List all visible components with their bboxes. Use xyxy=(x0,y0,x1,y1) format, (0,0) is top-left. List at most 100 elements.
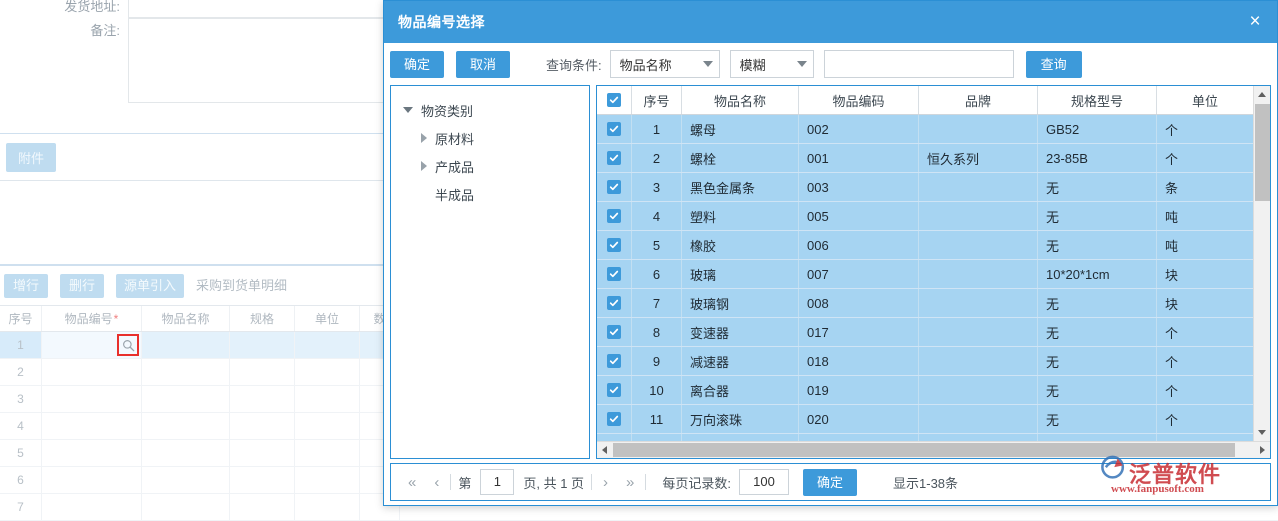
horizontal-scrollbar-thumb[interactable] xyxy=(613,443,1235,457)
chevron-right-icon[interactable] xyxy=(421,133,427,143)
unit-cell[interactable] xyxy=(295,359,360,385)
unit-cell[interactable] xyxy=(295,413,360,439)
next-page-icon[interactable]: › xyxy=(594,474,617,491)
cancel-button[interactable]: 取消 xyxy=(456,50,511,78)
first-page-icon[interactable]: « xyxy=(399,474,425,491)
footer-confirm-button[interactable]: 确定 xyxy=(803,468,858,496)
confirm-button[interactable]: 确定 xyxy=(390,50,445,78)
row-checkbox[interactable] xyxy=(597,231,632,259)
item-name-cell[interactable] xyxy=(142,440,230,466)
query-button[interactable]: 查询 xyxy=(1025,50,1082,78)
select-all-checkbox[interactable] xyxy=(597,86,632,114)
table-row[interactable]: 4 塑料 005 无 吨 xyxy=(597,202,1253,231)
item-name-cell[interactable] xyxy=(142,359,230,385)
prev-page-icon[interactable]: ‹ xyxy=(425,474,448,491)
search-icon[interactable] xyxy=(117,334,139,356)
item-name-cell[interactable] xyxy=(142,494,230,520)
detail-col-item-code-label: 物品编号 xyxy=(64,312,113,326)
query-field-select[interactable]: 物品名称 xyxy=(609,50,720,78)
row-checkbox[interactable] xyxy=(597,173,632,201)
tree-node-semi-finished-product[interactable]: 半成品 xyxy=(391,180,589,208)
detail-tab-label[interactable]: 采购到货单明细 xyxy=(196,274,287,298)
vertical-scrollbar-thumb[interactable] xyxy=(1255,104,1270,201)
table-row[interactable]: 1 螺母 002 GB52 个 xyxy=(597,115,1253,144)
cell-item-name: 螺栓 xyxy=(682,144,799,172)
cell-item-name: 黑色金属条 xyxy=(682,173,799,201)
scroll-down-icon[interactable] xyxy=(1254,424,1270,441)
row-checkbox[interactable] xyxy=(597,318,632,346)
spec-cell[interactable] xyxy=(230,332,295,358)
row-checkbox[interactable] xyxy=(597,405,632,433)
tab-attachment[interactable]: 附件 xyxy=(6,143,57,172)
scroll-left-icon[interactable] xyxy=(602,446,607,454)
chevron-right-icon[interactable] xyxy=(421,161,427,171)
scroll-right-icon[interactable] xyxy=(1260,446,1265,454)
row-checkbox[interactable] xyxy=(597,376,632,404)
table-row[interactable]: 6 玻璃 007 10*20*1cm 块 xyxy=(597,260,1253,289)
item-code-cell[interactable] xyxy=(42,494,142,520)
unit-cell[interactable] xyxy=(295,332,360,358)
spec-cell[interactable] xyxy=(230,386,295,412)
row-checkbox[interactable] xyxy=(597,434,632,441)
tree-node-finished-product[interactable]: 产成品 xyxy=(391,152,589,180)
table-row[interactable]: 2 螺栓 001 恒久系列 23-85B 个 xyxy=(597,144,1253,173)
table-row[interactable]: 7 玻璃钢 008 无 块 xyxy=(597,289,1253,318)
item-name-cell[interactable] xyxy=(142,467,230,493)
horizontal-scrollbar[interactable] xyxy=(597,441,1270,458)
item-name-cell[interactable] xyxy=(142,413,230,439)
item-code-cell[interactable] xyxy=(42,386,142,412)
unit-cell[interactable] xyxy=(295,440,360,466)
scroll-up-icon[interactable] xyxy=(1254,86,1270,103)
row-checkbox[interactable] xyxy=(597,260,632,288)
table-row[interactable]: 8 变速器 017 无 个 xyxy=(597,318,1253,347)
row-checkbox[interactable] xyxy=(597,144,632,172)
page-number-input[interactable]: 1 xyxy=(480,469,515,495)
item-name-cell[interactable] xyxy=(142,386,230,412)
delete-row-button[interactable]: 删行 xyxy=(60,274,104,298)
query-match-select[interactable]: 模糊 xyxy=(729,50,814,78)
dialog-titlebar: 物品编号选择 × xyxy=(384,1,1277,43)
item-name-cell[interactable] xyxy=(142,332,230,358)
tree-node-raw-material[interactable]: 原材料 xyxy=(391,124,589,152)
unit-cell[interactable] xyxy=(295,467,360,493)
unit-cell[interactable] xyxy=(295,386,360,412)
row-checkbox[interactable] xyxy=(597,115,632,143)
column-header-brand[interactable]: 品牌 xyxy=(919,86,1038,114)
item-code-cell[interactable] xyxy=(42,413,142,439)
item-code-cell[interactable] xyxy=(42,359,142,385)
query-keyword-input[interactable] xyxy=(823,50,1014,78)
column-header-spec[interactable]: 规格型号 xyxy=(1038,86,1157,114)
row-checkbox[interactable] xyxy=(597,347,632,375)
table-row[interactable]: 12 刹车片 021 无 个 xyxy=(597,434,1253,441)
spec-cell[interactable] xyxy=(230,440,295,466)
last-page-icon[interactable]: » xyxy=(617,474,643,491)
column-header-item-name[interactable]: 物品名称 xyxy=(682,86,799,114)
spec-cell[interactable] xyxy=(230,359,295,385)
table-row[interactable]: 10 离合器 019 无 个 xyxy=(597,376,1253,405)
table-row[interactable]: 11 万向滚珠 020 无 个 xyxy=(597,405,1253,434)
vertical-scrollbar[interactable] xyxy=(1253,86,1270,441)
cell-item-name: 螺母 xyxy=(682,115,799,143)
item-code-cell[interactable] xyxy=(42,467,142,493)
source-reference-button[interactable]: 源单引入 xyxy=(116,274,184,298)
column-header-index[interactable]: 序号 xyxy=(632,86,682,114)
add-row-button[interactable]: 增行 xyxy=(4,274,48,298)
column-header-item-code[interactable]: 物品编码 xyxy=(799,86,919,114)
spec-cell[interactable] xyxy=(230,467,295,493)
spec-cell[interactable] xyxy=(230,413,295,439)
tree-node-material-category[interactable]: 物资类别 xyxy=(391,96,589,124)
unit-cell[interactable] xyxy=(295,494,360,520)
item-code-cell[interactable] xyxy=(42,332,142,358)
table-row[interactable]: 9 减速器 018 无 个 xyxy=(597,347,1253,376)
cell-brand xyxy=(919,405,1038,433)
close-icon[interactable]: × xyxy=(1243,10,1267,34)
row-checkbox[interactable] xyxy=(597,289,632,317)
table-row[interactable]: 5 橡胶 006 无 吨 xyxy=(597,231,1253,260)
item-code-cell[interactable] xyxy=(42,440,142,466)
spec-cell[interactable] xyxy=(230,494,295,520)
row-checkbox[interactable] xyxy=(597,202,632,230)
chevron-down-icon[interactable] xyxy=(403,107,413,113)
column-header-unit[interactable]: 单位 xyxy=(1157,86,1253,114)
per-page-input[interactable]: 100 xyxy=(739,469,790,495)
table-row[interactable]: 3 黑色金属条 003 无 条 xyxy=(597,173,1253,202)
